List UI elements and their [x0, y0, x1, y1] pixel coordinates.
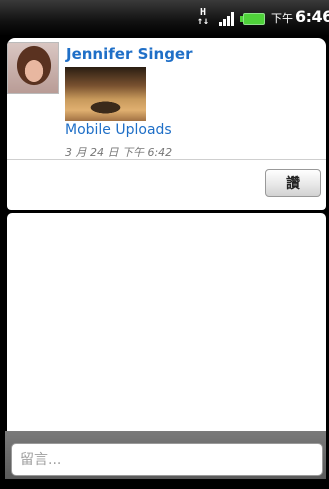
data-transfer-icon: H ↑↓: [196, 7, 210, 27]
author-name[interactable]: Jennifer Singer: [66, 45, 193, 63]
status-ampm: 下午: [271, 12, 293, 25]
post-photo[interactable]: [65, 67, 146, 121]
post-timestamp: 3 月 24 日 下午 6:42: [65, 146, 173, 159]
status-time: 6:46: [295, 7, 329, 26]
comment-input[interactable]: [11, 443, 323, 476]
divider: [7, 159, 326, 160]
status-bar: H ↑↓ 下午 6:46: [0, 0, 329, 36]
comment-bar: [5, 431, 326, 479]
post-card: Jennifer Singer Mobile Uploads 3 月 24 日 …: [7, 38, 326, 210]
comments-area: [7, 213, 326, 434]
avatar[interactable]: [7, 42, 59, 94]
like-button[interactable]: 讚: [265, 169, 321, 197]
battery-icon: [240, 13, 265, 25]
signal-strength-icon: [219, 10, 237, 26]
album-link[interactable]: Mobile Uploads: [65, 122, 172, 138]
